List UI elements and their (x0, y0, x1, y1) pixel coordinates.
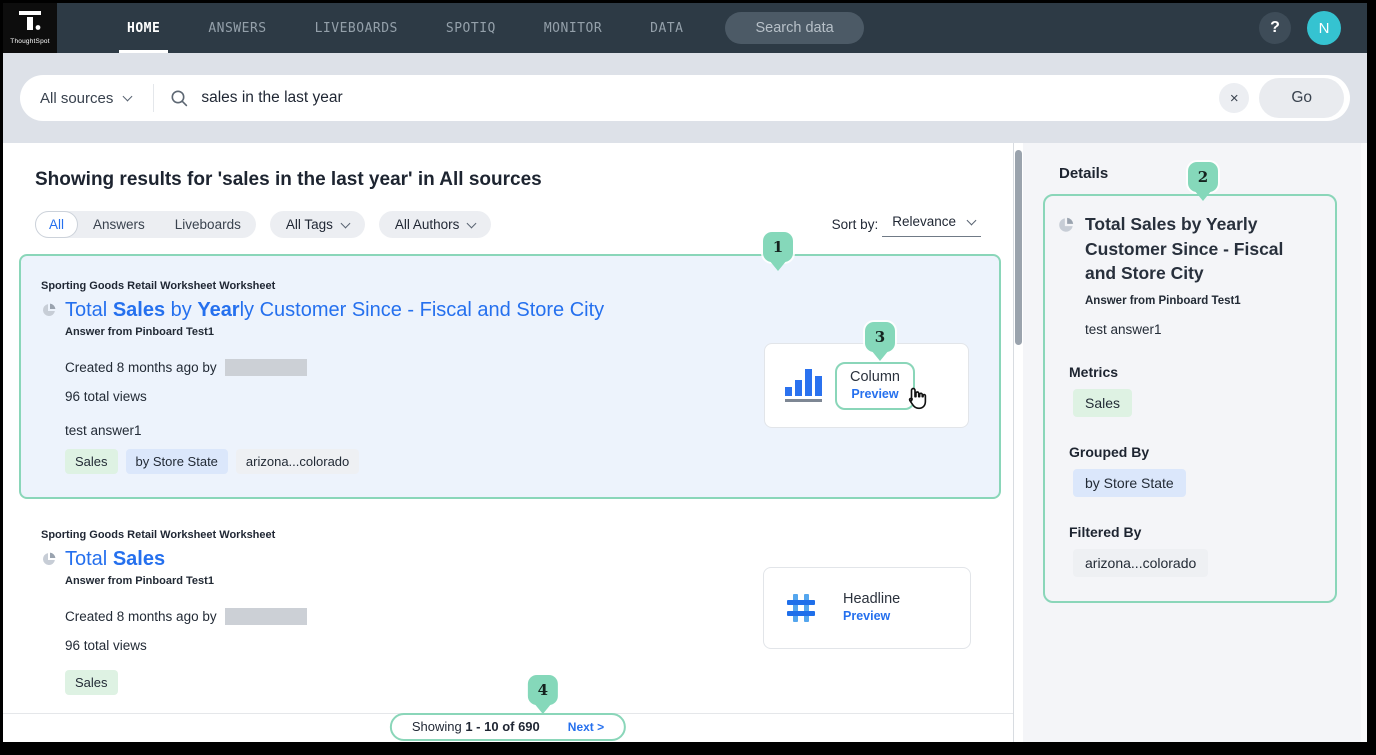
panel-divider (1013, 143, 1023, 742)
metric-tag[interactable]: Sales (65, 670, 118, 695)
chevron-down-icon (340, 218, 350, 228)
scrollbar-thumb[interactable] (1015, 150, 1022, 345)
result-card[interactable]: Sporting Goods Retail Worksheet Workshee… (21, 513, 1001, 689)
worksheet-source-label: Sporting Goods Retail Worksheet Workshee… (41, 280, 975, 292)
all-authors-filter[interactable]: All Authors (379, 211, 492, 238)
result-card-highlighted[interactable]: 1 Sporting Goods Retail Worksheet Worksh… (19, 254, 1001, 499)
nav-right-group: ? N (1259, 3, 1367, 53)
nav-item-monitor[interactable]: MONITOR (520, 3, 626, 53)
filter-tag[interactable]: arizona...colorado (236, 449, 359, 474)
callout-1: 1 (763, 232, 793, 262)
top-nav: ThoughtSpot HOME ANSWERS LIVEBOARDS SPOT… (3, 3, 1367, 53)
source-selector[interactable]: All sources (20, 84, 154, 112)
chart-preview-card[interactable]: Headline Preview (763, 567, 971, 649)
preview-label-box: 3 Column Preview (835, 362, 915, 410)
results-area: Showing results for 'sales in the last y… (3, 143, 1013, 742)
grouped-by-heading: Grouped By (1069, 444, 1321, 460)
results-heading: Showing results for 'sales in the last y… (35, 169, 1013, 191)
column-chart-icon (785, 369, 822, 403)
sort-value: Relevance (892, 214, 956, 229)
redacted-author (225, 359, 307, 376)
nav-item-liveboards[interactable]: LIVEBOARDS (291, 3, 422, 53)
answer-pie-icon (41, 302, 57, 318)
go-button[interactable]: Go (1259, 78, 1344, 118)
pagination-text: Showing 1 - 10 of 690 (412, 719, 540, 734)
sort-control: Sort by: Relevance (832, 212, 981, 237)
answer-subtitle: Answer from Pinboard Test1 (65, 326, 975, 338)
details-subtitle: Answer from Pinboard Test1 (1085, 295, 1321, 307)
nav-item-data[interactable]: DATA (626, 3, 707, 53)
body-row: Showing results for 'sales in the last y… (3, 143, 1367, 742)
groupby-tag[interactable]: by Store State (126, 449, 228, 474)
metric-tag[interactable]: Sales (65, 449, 118, 474)
result-title-link[interactable]: Total Sales (65, 548, 165, 571)
next-page-link[interactable]: Next > (568, 720, 604, 734)
details-card: 2 Total Sales by Yearly Customer Since -… (1043, 194, 1337, 603)
preview-link[interactable]: Preview (843, 609, 900, 623)
details-title: Total Sales by Yearly Customer Since - F… (1085, 212, 1301, 286)
nav-item-home[interactable]: HOME (103, 3, 184, 53)
nav-menu: HOME ANSWERS LIVEBOARDS SPOTIQ MONITOR D… (103, 3, 707, 53)
search-icon (170, 89, 189, 108)
chevron-down-icon (467, 218, 477, 228)
user-avatar[interactable]: N (1307, 11, 1341, 45)
thoughtspot-logo-icon (19, 11, 41, 35)
tab-all[interactable]: All (35, 211, 78, 238)
callout-2: 2 (1188, 162, 1218, 192)
pagination-bar: 4 Showing 1 - 10 of 690 Next > (390, 713, 626, 741)
chart-type-label: Headline (843, 591, 900, 607)
filtered-by-heading: Filtered By (1069, 524, 1321, 540)
filter-row: All Answers Liveboards All Tags All Auth… (35, 211, 981, 238)
details-panel: Details 2 Total Sales by Yearly Customer… (1023, 143, 1367, 742)
callout-3: 3 (865, 322, 895, 352)
result-title-link[interactable]: Total Sales by Yearly Customer Since - F… (65, 299, 604, 322)
sort-select[interactable]: Relevance (882, 212, 981, 237)
help-button[interactable]: ? (1259, 12, 1291, 44)
nav-item-answers[interactable]: ANSWERS (184, 3, 290, 53)
grouped-by-tag[interactable]: by Store State (1073, 469, 1186, 497)
nav-search-data-button[interactable]: Search data (725, 12, 863, 44)
worksheet-source-label: Sporting Goods Retail Worksheet Workshee… (41, 529, 977, 541)
headline-hash-icon (784, 591, 818, 625)
nav-item-spotiq[interactable]: SPOTIQ (422, 3, 520, 53)
thoughtspot-logo[interactable]: ThoughtSpot (3, 3, 57, 53)
sort-label: Sort by: (832, 217, 879, 232)
source-selector-label: All sources (40, 90, 113, 107)
hand-cursor-icon (901, 385, 929, 418)
callout-4: 4 (528, 675, 558, 705)
tag-row: Sales (65, 670, 977, 695)
result-type-tabs: All Answers Liveboards (35, 211, 256, 238)
metrics-heading: Metrics (1069, 364, 1321, 380)
chart-preview-card[interactable]: 3 Column Preview (764, 343, 969, 428)
tag-row: Sales by Store State arizona...colorado (65, 449, 975, 474)
chevron-down-icon (967, 215, 977, 225)
tab-liveboards[interactable]: Liveboards (160, 211, 256, 238)
details-description: test answer1 (1085, 322, 1321, 337)
tab-answers[interactable]: Answers (78, 211, 160, 238)
chart-type-label: Column (850, 369, 900, 385)
search-bar: All sources × Go (20, 75, 1350, 121)
all-authors-label: All Authors (395, 217, 460, 232)
all-tags-filter[interactable]: All Tags (270, 211, 365, 238)
redacted-author (225, 608, 307, 625)
chevron-down-icon (123, 92, 133, 102)
filtered-by-tag[interactable]: arizona...colorado (1073, 549, 1208, 577)
all-tags-label: All Tags (286, 217, 333, 232)
clear-search-icon[interactable]: × (1219, 83, 1249, 113)
app-window: ThoughtSpot HOME ANSWERS LIVEBOARDS SPOT… (0, 0, 1376, 755)
answer-pie-icon (41, 551, 57, 567)
answer-pie-icon (1057, 216, 1075, 234)
logo-text: ThoughtSpot (10, 38, 49, 45)
search-section: All sources × Go (3, 53, 1367, 143)
metrics-tag[interactable]: Sales (1073, 389, 1132, 417)
search-input[interactable] (199, 88, 1219, 108)
preview-link[interactable]: Preview (850, 387, 900, 401)
preview-label-box: Headline Preview (831, 584, 915, 632)
